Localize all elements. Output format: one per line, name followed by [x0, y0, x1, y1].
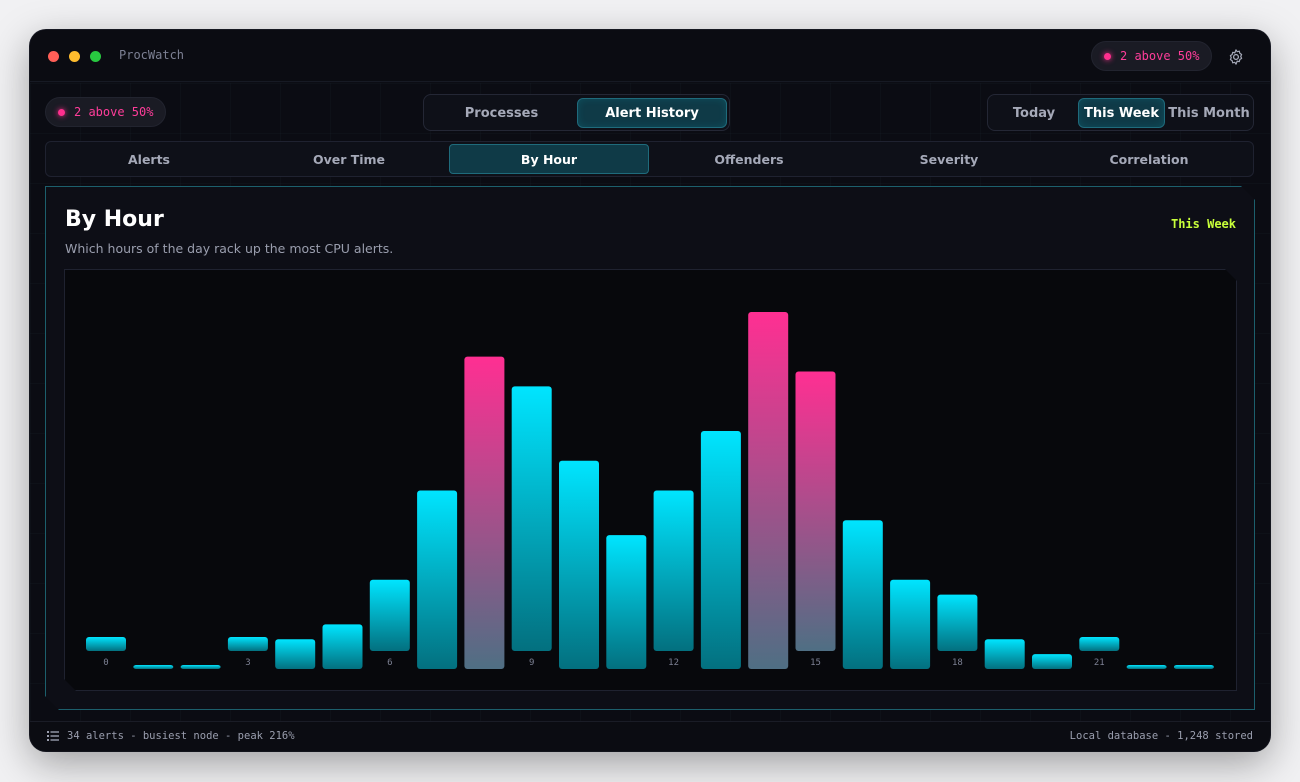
range-today[interactable]: Today: [991, 98, 1077, 128]
x-tick-label: 6: [387, 658, 392, 668]
alert-summary-badge[interactable]: 2 above 50%: [45, 97, 167, 127]
bar-hour-8[interactable]: [464, 357, 504, 669]
minimize-window-button[interactable]: [69, 51, 80, 62]
range-tabs: Today This Week This Month: [987, 94, 1254, 131]
x-tick-label: 15: [810, 658, 821, 668]
bar-hour-9[interactable]: [512, 386, 552, 651]
alert-dot-icon: [58, 108, 65, 116]
list-icon: [47, 731, 59, 741]
bar-hour-19[interactable]: [985, 639, 1025, 669]
bar-hour-4[interactable]: [275, 639, 315, 669]
by-hour-bar-chart: 0 3 6 9 12 15 18 21: [65, 270, 1238, 692]
chart-area: 0 3 6 9 12 15 18 21: [64, 269, 1237, 691]
bar-hour-2[interactable]: [181, 665, 221, 669]
x-tick-label: 21: [1094, 658, 1105, 668]
app-window: ProcWatch 2 above 50% 2 above 50% Proces…: [30, 30, 1270, 751]
bar-hour-1[interactable]: [133, 665, 173, 669]
bar-hour-22[interactable]: [1127, 665, 1167, 669]
alert-count-label: 2 above 50%: [1120, 49, 1200, 63]
status-bar: 34 alerts - busiest node - peak 216% Loc…: [30, 721, 1270, 751]
tab-alert-history[interactable]: Alert History: [577, 98, 727, 128]
by-hour-panel: By Hour Which hours of the day rack up t…: [45, 186, 1255, 710]
tab-processes[interactable]: Processes: [427, 98, 576, 128]
alert-dot-icon: [1104, 52, 1111, 60]
bar-hour-6[interactable]: [370, 580, 410, 651]
title-bar: ProcWatch 2 above 50%: [30, 30, 1270, 82]
bar-hour-10[interactable]: [559, 461, 599, 669]
panel-title: By Hour: [65, 207, 164, 232]
alert-count-badge[interactable]: 2 above 50%: [1091, 41, 1213, 71]
chart-subtabs: Alerts Over Time By Hour Offenders Sever…: [45, 141, 1254, 177]
app-title: ProcWatch: [119, 48, 185, 62]
subtab-over-time[interactable]: Over Time: [249, 144, 449, 174]
alert-summary-label: 2 above 50%: [74, 105, 154, 119]
status-summary: 34 alerts - busiest node - peak 216%: [67, 730, 295, 742]
subtab-correlation[interactable]: Correlation: [1049, 144, 1249, 174]
maximize-window-button[interactable]: [90, 51, 101, 62]
view-tabs: Processes Alert History: [423, 94, 730, 131]
panel-subtitle: Which hours of the day rack up the most …: [65, 241, 394, 256]
subtab-offenders[interactable]: Offenders: [649, 144, 849, 174]
x-tick-label: 18: [952, 658, 963, 668]
bar-hour-0[interactable]: [86, 637, 126, 651]
bar-hour-15[interactable]: [796, 372, 836, 652]
bar-hour-7[interactable]: [417, 491, 457, 670]
bar-hour-16[interactable]: [843, 520, 883, 669]
range-this-month[interactable]: This Month: [1166, 98, 1252, 128]
bar-hour-5[interactable]: [323, 624, 363, 669]
x-tick-label: 3: [245, 658, 250, 668]
x-tick-label: 9: [529, 658, 534, 668]
bar-hour-17[interactable]: [890, 580, 930, 669]
bar-hour-21[interactable]: [1079, 637, 1119, 651]
subtab-alerts[interactable]: Alerts: [49, 144, 249, 174]
bar-hour-23[interactable]: [1174, 665, 1214, 669]
x-tick-label: 0: [103, 658, 108, 668]
bar-hour-11[interactable]: [606, 535, 646, 669]
status-storage: Local database - 1,248 stored: [1069, 730, 1253, 742]
x-tick-label: 12: [668, 658, 679, 668]
close-window-button[interactable]: [48, 51, 59, 62]
bar-hour-20[interactable]: [1032, 654, 1072, 669]
bar-hour-3[interactable]: [228, 637, 268, 651]
bar-hour-18[interactable]: [937, 595, 977, 651]
range-this-week[interactable]: This Week: [1078, 98, 1165, 128]
subtab-by-hour[interactable]: By Hour: [449, 144, 649, 174]
subtab-severity[interactable]: Severity: [849, 144, 1049, 174]
panel-range-label: This Week: [1170, 217, 1236, 231]
bar-hour-13[interactable]: [701, 431, 741, 669]
bar-hour-12[interactable]: [654, 491, 694, 652]
gear-icon[interactable]: [1227, 48, 1245, 66]
bar-hour-14[interactable]: [748, 312, 788, 669]
